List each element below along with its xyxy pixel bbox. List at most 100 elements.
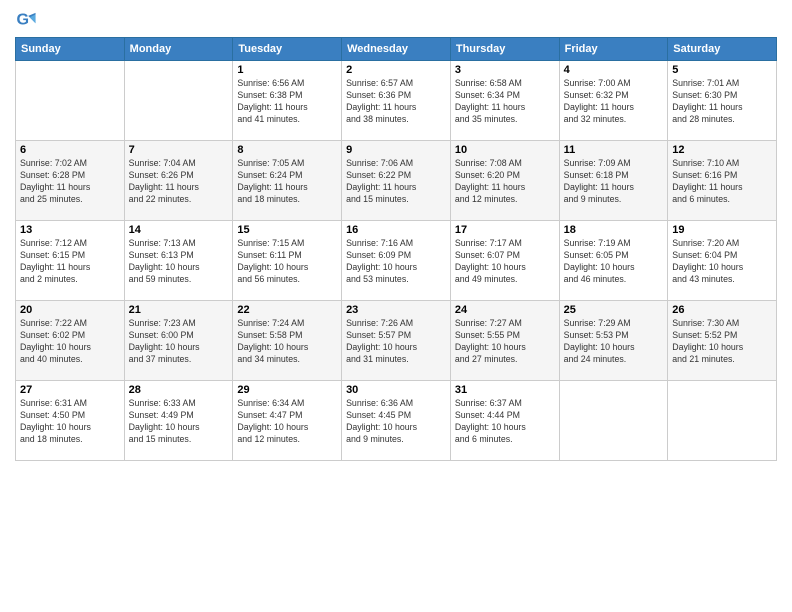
weekday-header: Tuesday	[233, 38, 342, 61]
calendar-cell: 11Sunrise: 7:09 AM Sunset: 6:18 PM Dayli…	[559, 141, 668, 221]
calendar-cell: 29 Sunrise: 6:34 AM Sunset: 4:47 PM Dayli…	[233, 381, 342, 461]
day-info: Sunrise: 6:37 AM Sunset: 4:44 PM Dayligh…	[455, 398, 555, 446]
day-info: Sunrise: 6:57 AM Sunset: 6:36 PM Dayligh…	[346, 78, 446, 126]
day-info: Sunrise: 6:36 AM Sunset: 4:45 PM Dayligh…	[346, 398, 446, 446]
calendar-cell: 21Sunrise: 7:23 AM Sunset: 6:00 PM Dayli…	[124, 301, 233, 381]
day-number: 12	[672, 144, 772, 156]
calendar-cell: 18 Sunrise: 7:19 AM Sunset: 6:05 PM Dayli…	[559, 221, 668, 301]
calendar-cell: 27Sunrise: 6:31 AM Sunset: 4:50 PM Dayli…	[16, 381, 125, 461]
day-number: 2	[346, 64, 446, 76]
day-number: 29	[237, 384, 337, 396]
day-number: 5	[672, 64, 772, 76]
day-info: Sunrise: 7:06 AM Sunset: 6:22 PM Dayligh…	[346, 158, 446, 206]
calendar-cell: 24 Sunrise: 7:27 AM Sunset: 5:55 PM Dayli…	[450, 301, 559, 381]
day-info: Sunrise: 7:10 AM Sunset: 6:16 PM Dayligh…	[672, 158, 772, 206]
day-info: Sunrise: 7:12 AM Sunset: 6:15 PM Dayligh…	[20, 238, 120, 286]
day-info: Sunrise: 7:27 AM Sunset: 5:55 PM Dayligh…	[455, 318, 555, 366]
day-info: Sunrise: 7:30 AM Sunset: 5:52 PM Dayligh…	[672, 318, 772, 366]
day-info: Sunrise: 7:13 AM Sunset: 6:13 PM Dayligh…	[129, 238, 229, 286]
weekday-header: Friday	[559, 38, 668, 61]
calendar-cell: 22Sunrise: 7:24 AM Sunset: 5:58 PM Dayli…	[233, 301, 342, 381]
calendar-week-row: 20 Sunrise: 7:22 AM Sunset: 6:02 PM Dayli…	[16, 301, 777, 381]
calendar-cell: 30 Sunrise: 6:36 AM Sunset: 4:45 PM Dayli…	[342, 381, 451, 461]
calendar-cell	[668, 381, 777, 461]
day-info: Sunrise: 7:19 AM Sunset: 6:05 PM Dayligh…	[564, 238, 664, 286]
day-number: 28	[129, 384, 229, 396]
day-number: 18	[564, 224, 664, 236]
header-row: G	[15, 10, 777, 32]
day-number: 14	[129, 224, 229, 236]
calendar-cell: 12 Sunrise: 7:10 AM Sunset: 6:16 PM Dayli…	[668, 141, 777, 221]
calendar-cell: 17Sunrise: 7:17 AM Sunset: 6:07 PM Dayli…	[450, 221, 559, 301]
day-info: Sunrise: 6:34 AM Sunset: 4:47 PM Dayligh…	[237, 398, 337, 446]
calendar-cell: 5 Sunrise: 7:01 AM Sunset: 6:30 PM Daylig…	[668, 61, 777, 141]
calendar-cell: 19 Sunrise: 7:20 AM Sunset: 6:04 PM Dayli…	[668, 221, 777, 301]
calendar-week-row: 13 Sunrise: 7:12 AM Sunset: 6:15 PM Dayli…	[16, 221, 777, 301]
day-number: 1	[237, 64, 337, 76]
calendar-cell: 7 Sunrise: 7:04 AM Sunset: 6:26 PM Daylig…	[124, 141, 233, 221]
calendar-cell: 2 Sunrise: 6:57 AM Sunset: 6:36 PM Daylig…	[342, 61, 451, 141]
day-info: Sunrise: 7:01 AM Sunset: 6:30 PM Dayligh…	[672, 78, 772, 126]
day-info: Sunrise: 7:05 AM Sunset: 6:24 PM Dayligh…	[237, 158, 337, 206]
calendar-week-row: 27Sunrise: 6:31 AM Sunset: 4:50 PM Dayli…	[16, 381, 777, 461]
day-info: Sunrise: 6:31 AM Sunset: 4:50 PM Dayligh…	[20, 398, 120, 446]
day-info: Sunrise: 7:09 AM Sunset: 6:18 PM Dayligh…	[564, 158, 664, 206]
day-number: 4	[564, 64, 664, 76]
calendar-cell: 16 Sunrise: 7:16 AM Sunset: 6:09 PM Dayli…	[342, 221, 451, 301]
day-number: 6	[20, 144, 120, 156]
day-number: 24	[455, 304, 555, 316]
day-number: 13	[20, 224, 120, 236]
calendar-cell: 15Sunrise: 7:15 AM Sunset: 6:11 PM Dayli…	[233, 221, 342, 301]
calendar-week-row: 1 Sunrise: 6:56 AM Sunset: 6:38 PM Daylig…	[16, 61, 777, 141]
calendar-cell: 23Sunrise: 7:26 AM Sunset: 5:57 PM Dayli…	[342, 301, 451, 381]
day-number: 30	[346, 384, 446, 396]
calendar-cell: 14 Sunrise: 7:13 AM Sunset: 6:13 PM Dayli…	[124, 221, 233, 301]
day-info: Sunrise: 7:23 AM Sunset: 6:00 PM Dayligh…	[129, 318, 229, 366]
calendar-cell: 6 Sunrise: 7:02 AM Sunset: 6:28 PM Daylig…	[16, 141, 125, 221]
day-number: 17	[455, 224, 555, 236]
day-info: Sunrise: 6:56 AM Sunset: 6:38 PM Dayligh…	[237, 78, 337, 126]
calendar-cell: 9 Sunrise: 7:06 AM Sunset: 6:22 PM Daylig…	[342, 141, 451, 221]
day-info: Sunrise: 7:20 AM Sunset: 6:04 PM Dayligh…	[672, 238, 772, 286]
day-info: Sunrise: 7:04 AM Sunset: 6:26 PM Dayligh…	[129, 158, 229, 206]
day-number: 9	[346, 144, 446, 156]
calendar-cell: 26 Sunrise: 7:30 AM Sunset: 5:52 PM Dayli…	[668, 301, 777, 381]
day-info: Sunrise: 6:58 AM Sunset: 6:34 PM Dayligh…	[455, 78, 555, 126]
calendar-cell: 10 Sunrise: 7:08 AM Sunset: 6:20 PM Dayli…	[450, 141, 559, 221]
day-number: 25	[564, 304, 664, 316]
day-info: Sunrise: 6:33 AM Sunset: 4:49 PM Dayligh…	[129, 398, 229, 446]
day-info: Sunrise: 7:24 AM Sunset: 5:58 PM Dayligh…	[237, 318, 337, 366]
calendar-cell	[559, 381, 668, 461]
weekday-header: Thursday	[450, 38, 559, 61]
calendar-cell: 28 Sunrise: 6:33 AM Sunset: 4:49 PM Dayli…	[124, 381, 233, 461]
day-info: Sunrise: 7:15 AM Sunset: 6:11 PM Dayligh…	[237, 238, 337, 286]
calendar-week-row: 6 Sunrise: 7:02 AM Sunset: 6:28 PM Daylig…	[16, 141, 777, 221]
calendar-cell: 8Sunrise: 7:05 AM Sunset: 6:24 PM Daylig…	[233, 141, 342, 221]
day-info: Sunrise: 7:26 AM Sunset: 5:57 PM Dayligh…	[346, 318, 446, 366]
calendar-header: SundayMondayTuesdayWednesdayThursdayFrid…	[16, 38, 777, 61]
calendar-table: SundayMondayTuesdayWednesdayThursdayFrid…	[15, 37, 777, 461]
day-info: Sunrise: 7:02 AM Sunset: 6:28 PM Dayligh…	[20, 158, 120, 206]
day-number: 19	[672, 224, 772, 236]
day-info: Sunrise: 7:08 AM Sunset: 6:20 PM Dayligh…	[455, 158, 555, 206]
day-number: 7	[129, 144, 229, 156]
calendar-cell: 1 Sunrise: 6:56 AM Sunset: 6:38 PM Daylig…	[233, 61, 342, 141]
calendar-body: 1 Sunrise: 6:56 AM Sunset: 6:38 PM Daylig…	[16, 61, 777, 461]
day-info: Sunrise: 7:29 AM Sunset: 5:53 PM Dayligh…	[564, 318, 664, 366]
day-info: Sunrise: 7:16 AM Sunset: 6:09 PM Dayligh…	[346, 238, 446, 286]
calendar-cell: 13 Sunrise: 7:12 AM Sunset: 6:15 PM Dayli…	[16, 221, 125, 301]
calendar-cell: 3 Sunrise: 6:58 AM Sunset: 6:34 PM Daylig…	[450, 61, 559, 141]
day-info: Sunrise: 7:22 AM Sunset: 6:02 PM Dayligh…	[20, 318, 120, 366]
weekday-header: Monday	[124, 38, 233, 61]
day-number: 20	[20, 304, 120, 316]
weekday-header: Saturday	[668, 38, 777, 61]
day-number: 26	[672, 304, 772, 316]
calendar-cell: 25 Sunrise: 7:29 AM Sunset: 5:53 PM Dayli…	[559, 301, 668, 381]
day-number: 16	[346, 224, 446, 236]
weekday-header: Sunday	[16, 38, 125, 61]
weekday-header: Wednesday	[342, 38, 451, 61]
logo-icon: G	[15, 10, 37, 32]
day-number: 3	[455, 64, 555, 76]
calendar-cell: 31Sunrise: 6:37 AM Sunset: 4:44 PM Dayli…	[450, 381, 559, 461]
day-number: 10	[455, 144, 555, 156]
